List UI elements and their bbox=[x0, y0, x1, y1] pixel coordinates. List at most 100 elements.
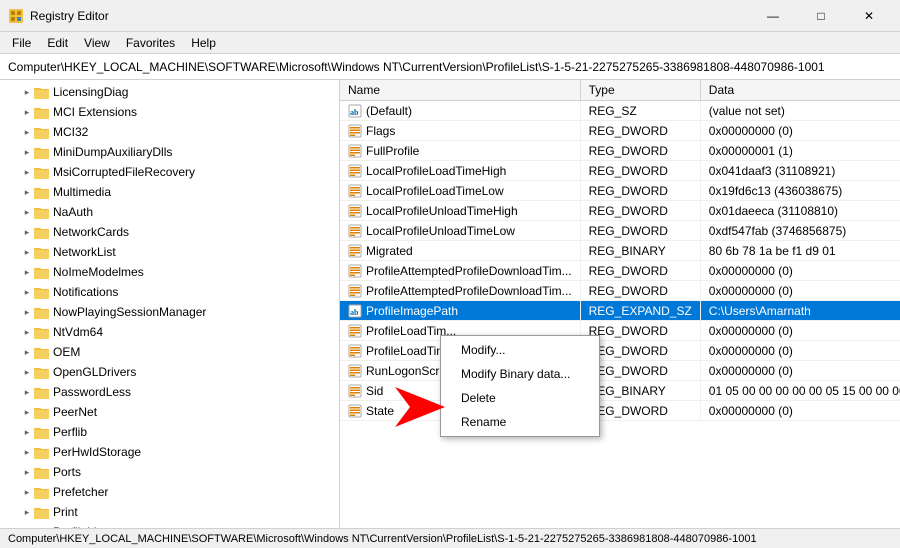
expand-icon[interactable]: ▸ bbox=[20, 245, 34, 259]
table-row[interactable]: LocalProfileUnloadTimeLow REG_DWORD 0xdf… bbox=[340, 221, 900, 241]
data-cell: 0x00000000 (0) bbox=[700, 361, 900, 381]
table-row[interactable]: ProfileLoadTim... REG_DWORD 0x00000000 (… bbox=[340, 321, 900, 341]
table-row[interactable]: Flags REG_DWORD 0x00000000 (0) bbox=[340, 121, 900, 141]
tree-item[interactable]: ▸ Prefetcher bbox=[0, 482, 339, 502]
expand-icon[interactable]: ▸ bbox=[20, 185, 34, 199]
tree-item[interactable]: ▸ Print bbox=[0, 502, 339, 522]
expand-icon[interactable]: ▸ bbox=[20, 425, 34, 439]
context-menu-item-1[interactable]: Modify Binary data... bbox=[441, 362, 599, 386]
reg-icon bbox=[348, 184, 362, 198]
table-row[interactable]: LocalProfileUnloadTimeHigh REG_DWORD 0x0… bbox=[340, 201, 900, 221]
expand-icon[interactable]: ▸ bbox=[20, 285, 34, 299]
type-cell: REG_EXPAND_SZ bbox=[580, 301, 700, 321]
expand-icon[interactable]: ▸ bbox=[20, 145, 34, 159]
data-cell: 0x00000000 (0) bbox=[700, 261, 900, 281]
tree-item[interactable]: ▸ NoImeModelmes bbox=[0, 262, 339, 282]
tree-item[interactable]: ▸ MiniDumpAuxiliaryDlls bbox=[0, 142, 339, 162]
menu-favorites[interactable]: Favorites bbox=[118, 34, 183, 52]
tree-item[interactable]: ▸ OEM bbox=[0, 342, 339, 362]
tree-item[interactable]: ▸ Multimedia bbox=[0, 182, 339, 202]
reg-name: LocalProfileLoadTimeLow bbox=[366, 184, 504, 198]
reg-name: Sid bbox=[366, 384, 383, 398]
menu-edit[interactable]: Edit bbox=[39, 34, 76, 52]
name-cell: FullProfile bbox=[340, 141, 580, 161]
expand-icon[interactable]: ▸ bbox=[20, 345, 34, 359]
tree-item[interactable]: ▸ MsiCorruptedFileRecovery bbox=[0, 162, 339, 182]
table-row[interactable]: ProfileLoadTim... REG_DWORD 0x00000000 (… bbox=[340, 341, 900, 361]
expand-icon[interactable]: ▸ bbox=[20, 85, 34, 99]
expand-icon[interactable]: ▸ bbox=[20, 225, 34, 239]
tree-item[interactable]: ▸ Notifications bbox=[0, 282, 339, 302]
tree-item[interactable]: ▸ PasswordLess bbox=[0, 382, 339, 402]
tree-label: Perflib bbox=[53, 425, 87, 439]
tree-item[interactable]: ▸ LicensingDiag bbox=[0, 82, 339, 102]
table-row[interactable]: ProfileAttemptedProfileDownloadTim... RE… bbox=[340, 261, 900, 281]
context-menu-item-3[interactable]: Rename bbox=[441, 410, 599, 434]
expand-icon[interactable]: ▸ bbox=[20, 365, 34, 379]
data-cell: 0x00000001 (1) bbox=[700, 141, 900, 161]
close-button[interactable]: ✕ bbox=[846, 0, 892, 32]
tree-item[interactable]: ▸ NtVdm64 bbox=[0, 322, 339, 342]
expand-icon[interactable]: ▸ bbox=[20, 385, 34, 399]
expand-icon[interactable]: ▸ bbox=[20, 325, 34, 339]
tree-item[interactable]: ▾ ProfileList bbox=[0, 522, 339, 528]
tree-item[interactable]: ▸ NetworkList bbox=[0, 242, 339, 262]
minimize-button[interactable]: — bbox=[750, 0, 796, 32]
regedit-icon bbox=[8, 8, 24, 24]
tree-item[interactable]: ▸ NowPlayingSessionManager bbox=[0, 302, 339, 322]
name-cell: LocalProfileUnloadTimeLow bbox=[340, 221, 580, 241]
tree-item[interactable]: ▸ OpenGLDrivers bbox=[0, 362, 339, 382]
expand-icon[interactable]: ▸ bbox=[20, 445, 34, 459]
expand-icon[interactable]: ▸ bbox=[20, 465, 34, 479]
expand-icon[interactable]: ▸ bbox=[20, 105, 34, 119]
table-row[interactable]: RunLogonScrip... REG_DWORD 0x00000000 (0… bbox=[340, 361, 900, 381]
tree-panel[interactable]: ▸ LicensingDiag▸ MCI Extensions▸ MCI32▸ bbox=[0, 80, 340, 528]
expand-icon[interactable]: ▸ bbox=[20, 205, 34, 219]
tree-item[interactable]: ▸ NaAuth bbox=[0, 202, 339, 222]
table-row[interactable]: ab ProfileImagePath REG_EXPAND_SZ C:\Use… bbox=[340, 301, 900, 321]
reg-name: ProfileAttemptedProfileDownloadTim... bbox=[366, 284, 572, 298]
folder-icon bbox=[34, 444, 50, 460]
tree-item[interactable]: ▸ Perflib bbox=[0, 422, 339, 442]
expand-icon[interactable]: ▸ bbox=[20, 265, 34, 279]
table-row[interactable]: ProfileAttemptedProfileDownloadTim... RE… bbox=[340, 281, 900, 301]
menu-view[interactable]: View bbox=[76, 34, 118, 52]
tree-label: PasswordLess bbox=[53, 385, 131, 399]
table-row[interactable]: ab (Default) REG_SZ (value not set) bbox=[340, 101, 900, 121]
collapse-icon[interactable]: ▾ bbox=[20, 525, 34, 528]
expand-icon[interactable]: ▸ bbox=[20, 505, 34, 519]
folder-icon bbox=[34, 204, 50, 220]
expand-icon[interactable]: ▸ bbox=[20, 305, 34, 319]
menu-help[interactable]: Help bbox=[183, 34, 224, 52]
expand-icon[interactable]: ▸ bbox=[20, 125, 34, 139]
tree-item[interactable]: ▸ MCI Extensions bbox=[0, 102, 339, 122]
table-row[interactable]: Sid REG_BINARY 01 05 00 00 00 00 00 05 1… bbox=[340, 381, 900, 401]
table-row[interactable]: LocalProfileLoadTimeHigh REG_DWORD 0x041… bbox=[340, 161, 900, 181]
tree-item[interactable]: ▸ MCI32 bbox=[0, 122, 339, 142]
table-row[interactable]: LocalProfileLoadTimeLow REG_DWORD 0x19fd… bbox=[340, 181, 900, 201]
reg-icon bbox=[348, 384, 362, 398]
menu-bar: File Edit View Favorites Help bbox=[0, 32, 900, 54]
table-row[interactable]: State REG_DWORD 0x00000000 (0) bbox=[340, 401, 900, 421]
reg-name: LocalProfileLoadTimeHigh bbox=[366, 164, 506, 178]
tree-item[interactable]: ▸ Ports bbox=[0, 462, 339, 482]
maximize-button[interactable]: □ bbox=[798, 0, 844, 32]
tree-item[interactable]: ▸ NetworkCards bbox=[0, 222, 339, 242]
right-panel[interactable]: Name Type Data ab (Default) REG_SZ (valu… bbox=[340, 80, 900, 528]
table-row[interactable]: FullProfile REG_DWORD 0x00000001 (1) bbox=[340, 141, 900, 161]
reg-name: (Default) bbox=[366, 104, 412, 118]
context-menu-item-2[interactable]: Delete bbox=[441, 386, 599, 410]
tree-item[interactable]: ▸ PerHwIdStorage bbox=[0, 442, 339, 462]
table-row[interactable]: Migrated REG_BINARY 80 6b 78 1a be f1 d9… bbox=[340, 241, 900, 261]
menu-file[interactable]: File bbox=[4, 34, 39, 52]
context-menu-item-0[interactable]: Modify... bbox=[441, 338, 599, 362]
reg-icon bbox=[348, 244, 362, 258]
expand-icon[interactable]: ▸ bbox=[20, 165, 34, 179]
data-cell: 80 6b 78 1a be f1 d9 01 bbox=[700, 241, 900, 261]
type-cell: REG_DWORD bbox=[580, 161, 700, 181]
tree-item[interactable]: ▸ PeerNet bbox=[0, 402, 339, 422]
expand-icon[interactable]: ▸ bbox=[20, 485, 34, 499]
tree-label: NetworkCards bbox=[53, 225, 129, 239]
expand-icon[interactable]: ▸ bbox=[20, 405, 34, 419]
folder-icon bbox=[34, 104, 50, 120]
